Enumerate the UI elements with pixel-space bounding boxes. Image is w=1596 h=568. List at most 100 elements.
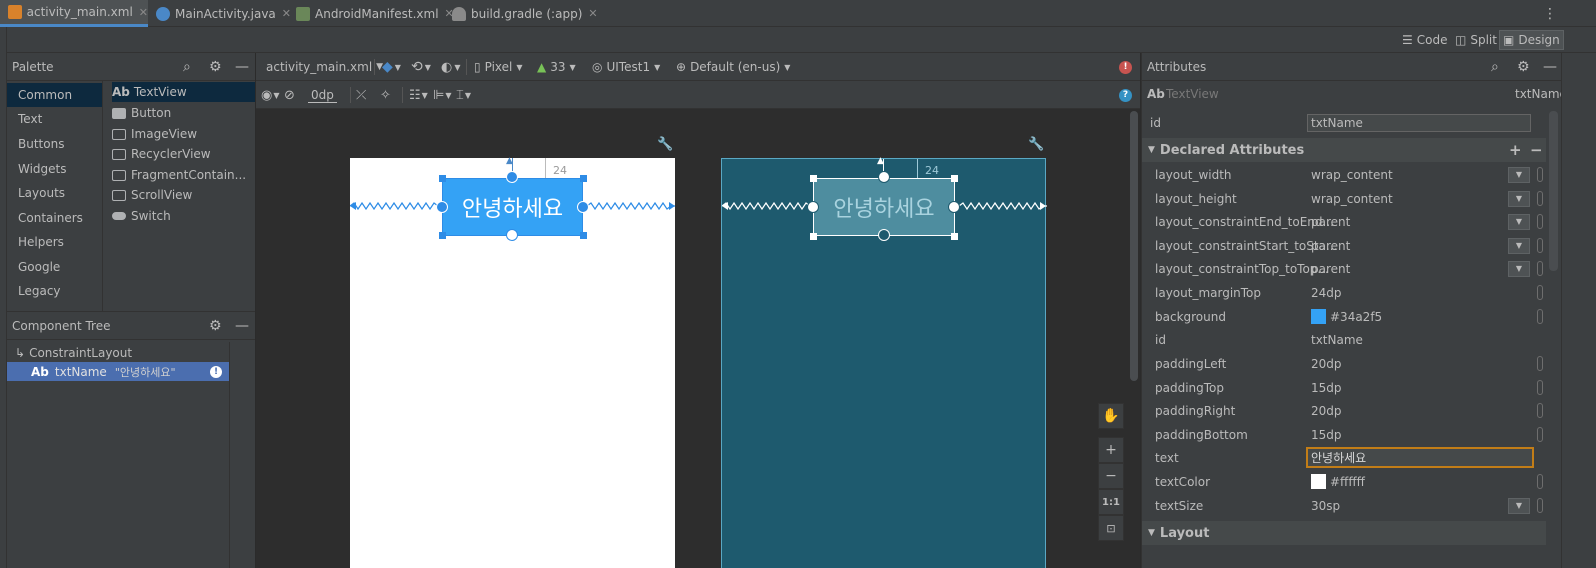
design-canvas[interactable]: 🔧 24 ▲ 안녕하세요 🔧 24 ▲ 안녕하세요 ✋ + − 1:1 ⊡	[256, 109, 1140, 568]
attr-reference-button[interactable]	[1537, 427, 1543, 443]
palette-category[interactable]: Common	[7, 83, 102, 107]
attr-value[interactable]: 30sp	[1311, 499, 1340, 513]
attr-reference-button[interactable]	[1537, 309, 1543, 325]
anchor-start[interactable]	[436, 201, 448, 213]
chevron-down-icon[interactable]: ▼	[1508, 213, 1530, 230]
gear-icon[interactable]: ⚙	[209, 59, 222, 75]
anchor-top[interactable]	[878, 171, 890, 183]
default-margin-button[interactable]: 0dp	[308, 81, 337, 109]
canvas-scrollbar[interactable]	[1130, 111, 1138, 381]
close-icon[interactable]: ✕	[139, 6, 148, 19]
guidelines-button[interactable]: ⌶ ▼	[456, 81, 471, 109]
gear-icon[interactable]: ⚙	[209, 318, 222, 334]
attr-reference-button[interactable]	[1537, 403, 1543, 419]
attr-reference-button[interactable]	[1537, 238, 1543, 254]
attr-value[interactable]: wrap_content	[1311, 168, 1393, 182]
add-attribute-icon[interactable]: +	[1509, 141, 1522, 159]
palette-widget-textview[interactable]: Ab TextView	[112, 82, 255, 102]
id-input[interactable]: txtName	[1307, 113, 1531, 132]
tree-node-txtname[interactable]: Ab txtName "안녕하세요" !	[7, 362, 229, 381]
tab-main-activity[interactable]: MainActivity.java ✕	[156, 0, 291, 27]
anchor-bottom[interactable]	[506, 229, 518, 241]
resize-handle[interactable]	[951, 233, 958, 240]
resize-handle[interactable]	[810, 175, 817, 182]
resize-handle[interactable]	[810, 233, 817, 240]
palette-category[interactable]: Widgets	[7, 157, 102, 181]
zoom-out-button[interactable]: −	[1098, 463, 1124, 489]
attr-value[interactable]: parent	[1311, 239, 1350, 253]
attr-reference-button[interactable]	[1537, 191, 1543, 207]
palette-widget-scrollview[interactable]: ScrollView	[112, 185, 192, 205]
resize-handle[interactable]	[439, 232, 446, 239]
attr-value[interactable]: wrap_content	[1311, 192, 1393, 206]
attr-value[interactable]: 20dp	[1311, 357, 1342, 371]
resize-handle[interactable]	[439, 175, 446, 182]
attr-value[interactable]: parent	[1311, 262, 1350, 276]
search-icon[interactable]: ⌕	[1491, 59, 1499, 75]
view-options-button[interactable]: ◉ ▼	[261, 81, 280, 109]
chevron-down-icon[interactable]: ▼	[1508, 166, 1530, 183]
chevron-down-icon[interactable]: ▼	[1508, 237, 1530, 254]
attr-reference-button[interactable]	[1537, 261, 1543, 277]
tab-android-manifest[interactable]: AndroidManifest.xml ✕	[296, 0, 454, 27]
layout-section[interactable]: ▼ Layout	[1142, 521, 1546, 545]
close-icon[interactable]: ✕	[282, 7, 291, 20]
tab-build-gradle[interactable]: build.gradle (:app) ✕	[452, 0, 598, 27]
minimize-icon[interactable]: —	[235, 318, 249, 334]
pack-button[interactable]: ☷ ▼	[409, 81, 428, 109]
attr-value[interactable]: 24dp	[1311, 286, 1342, 300]
orientation-button[interactable]: ⟲ ▼	[411, 53, 431, 81]
minimize-icon[interactable]: —	[235, 59, 249, 75]
attributes-scrollbar[interactable]	[1549, 111, 1558, 271]
resize-handle[interactable]	[580, 175, 587, 182]
attr-value[interactable]: #34a2f5	[1311, 309, 1382, 325]
anchor-start[interactable]	[807, 201, 819, 213]
palette-widget-button[interactable]: Button	[112, 103, 171, 123]
palette-widget-switch[interactable]: Switch	[112, 206, 171, 226]
color-swatch[interactable]	[1311, 309, 1326, 325]
chevron-down-icon[interactable]: ▼	[1508, 260, 1530, 277]
palette-category[interactable]: Buttons	[7, 132, 102, 156]
color-swatch[interactable]	[1311, 474, 1326, 490]
anchor-end[interactable]	[577, 201, 589, 213]
palette-category[interactable]: Text	[7, 107, 102, 131]
code-view-button[interactable]: ☰ Code	[1399, 30, 1451, 50]
file-selector[interactable]: activity_main.xml ▼	[266, 53, 383, 81]
api-selector[interactable]: ▲ 33 ▼	[537, 53, 576, 81]
attr-reference-button[interactable]	[1537, 285, 1543, 301]
zoom-fit-button[interactable]: ⊡	[1098, 515, 1124, 541]
search-icon[interactable]: ⌕	[183, 59, 191, 75]
infer-constraints-button[interactable]: ✧	[380, 81, 391, 109]
textview-txtname-blueprint[interactable]: 안녕하세요	[813, 178, 955, 236]
wrench-icon[interactable]: 🔧	[1028, 137, 1044, 152]
palette-widget-fragmentcontainer[interactable]: FragmentContain...	[112, 165, 246, 185]
anchor-top[interactable]	[506, 171, 518, 183]
attr-value[interactable]: txtName	[1311, 333, 1363, 347]
attr-reference-button[interactable]	[1537, 214, 1543, 230]
minimize-icon[interactable]: —	[1543, 59, 1557, 75]
chevron-down-icon[interactable]: ▼	[1508, 190, 1530, 207]
help-indicator[interactable]: ?	[1119, 81, 1132, 109]
tree-node-constraintlayout[interactable]: ↳ ConstraintLayout	[7, 343, 229, 362]
resize-handle[interactable]	[951, 175, 958, 182]
palette-category[interactable]: Legacy	[7, 279, 102, 303]
error-indicator[interactable]: !	[1119, 53, 1132, 81]
align-button[interactable]: ⊫ ▼	[433, 81, 451, 109]
zoom-in-button[interactable]: +	[1098, 437, 1124, 463]
design-view-button[interactable]: ▣ Design	[1499, 30, 1564, 50]
palette-widget-recyclerview[interactable]: RecyclerView	[112, 144, 211, 164]
attr-value[interactable]: 15dp	[1311, 428, 1342, 442]
palette-widget-imageview[interactable]: ImageView	[112, 124, 197, 144]
theme-selector[interactable]: ◎ UITest1 ▼	[592, 53, 660, 81]
attr-reference-button[interactable]	[1537, 356, 1543, 372]
chevron-down-icon[interactable]: ▼	[1508, 497, 1530, 514]
resize-handle[interactable]	[580, 232, 587, 239]
attr-reference-button[interactable]	[1537, 380, 1543, 396]
split-view-button[interactable]: ◫ Split	[1452, 30, 1500, 50]
palette-category[interactable]: Layouts	[7, 181, 102, 205]
anchor-bottom[interactable]	[878, 229, 890, 241]
attr-reference-button[interactable]	[1537, 498, 1543, 514]
attr-reference-button[interactable]	[1537, 474, 1543, 490]
palette-category[interactable]: Helpers	[7, 230, 102, 254]
palette-category[interactable]: Containers	[7, 206, 102, 230]
